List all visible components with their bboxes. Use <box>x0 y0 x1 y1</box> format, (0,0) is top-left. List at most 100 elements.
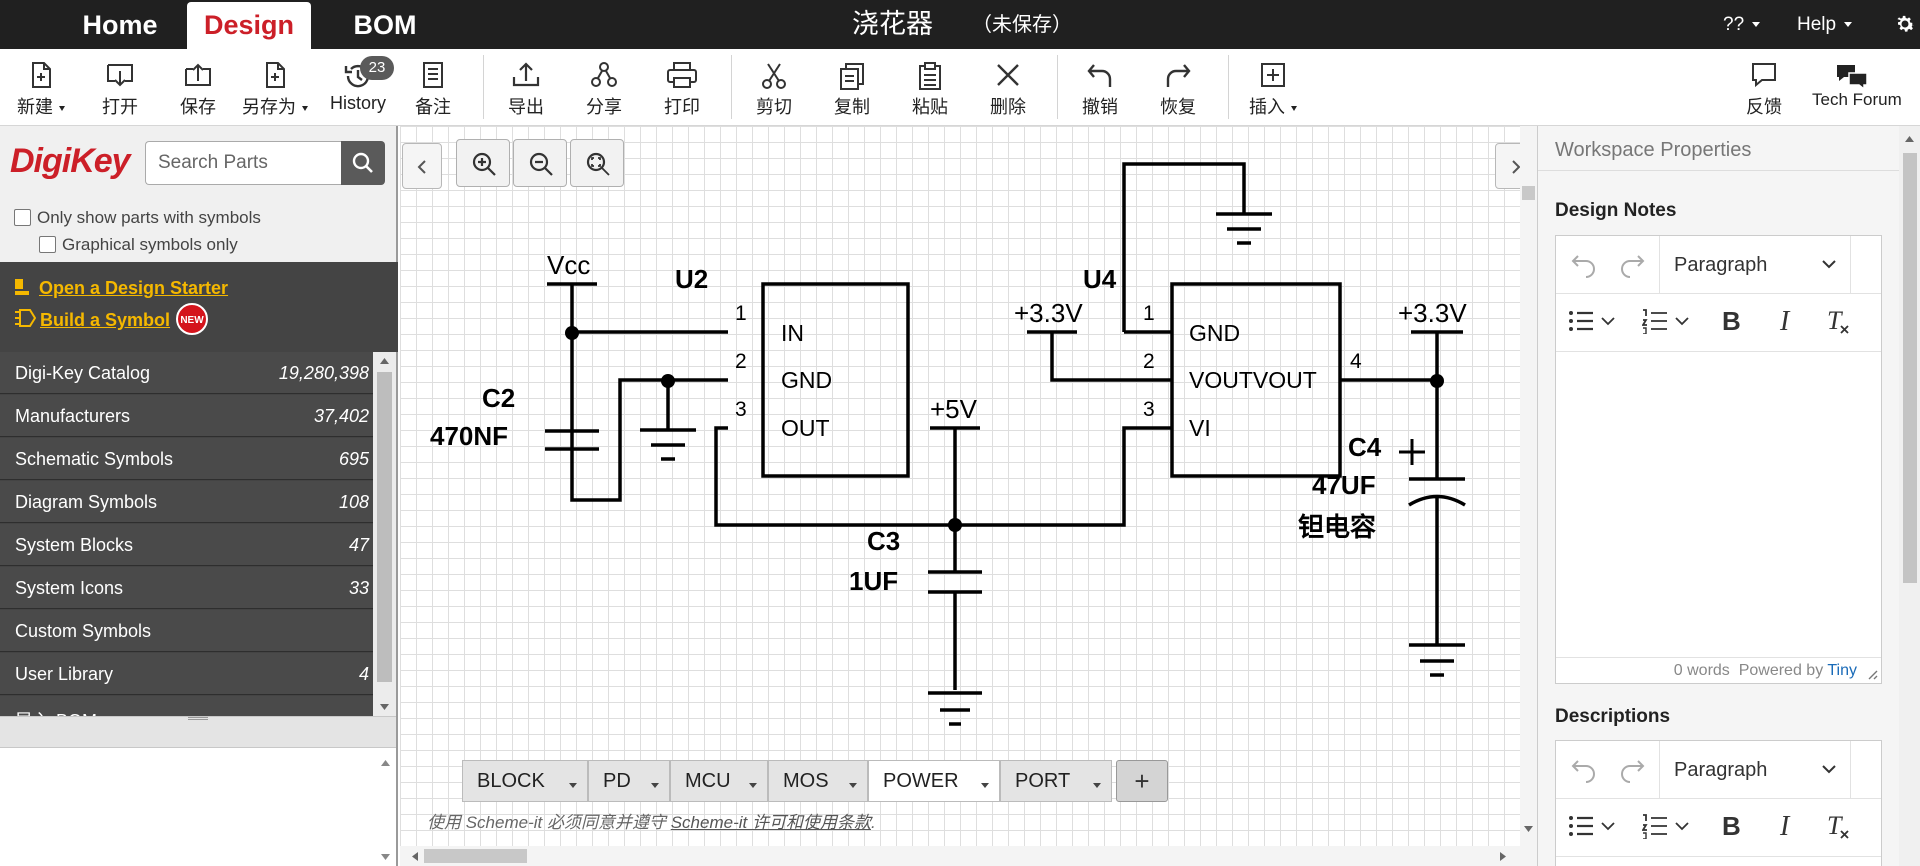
sheet-tab[interactable]: MOS <box>768 760 868 802</box>
chevron-down-icon[interactable] <box>1675 317 1689 326</box>
build-symbol-link[interactable]: Build a Symbol <box>40 310 170 331</box>
redo-icon[interactable] <box>1618 250 1646 278</box>
only-symbols-checkbox[interactable] <box>14 209 31 226</box>
u2-pin-number: 3 <box>735 398 747 421</box>
category-item[interactable]: 导入 BOM <box>0 696 373 716</box>
splitter-grip[interactable] <box>188 717 208 720</box>
canvas-vertical-scrollbar[interactable] <box>1520 126 1537 846</box>
feedback-button[interactable]: 反馈 <box>1732 49 1796 126</box>
notes-button[interactable]: 备注 <box>402 49 464 126</box>
italic-icon[interactable]: I <box>1776 813 1798 839</box>
sheet-tab[interactable]: PORT <box>1000 760 1112 802</box>
canvas-vscroll-thumb[interactable] <box>1522 186 1535 200</box>
bold-icon[interactable]: B <box>1721 813 1743 839</box>
category-item[interactable]: Schematic Symbols 695 <box>0 438 373 480</box>
tiny-link[interactable]: Tiny <box>1827 662 1857 679</box>
redo-button[interactable]: 恢复 <box>1146 49 1210 126</box>
category-scroll-thumb[interactable] <box>377 372 392 682</box>
open-button[interactable]: 打开 <box>88 49 152 126</box>
sheet-tab[interactable]: PD <box>588 760 670 802</box>
numbered-list-icon[interactable] <box>1642 813 1668 839</box>
bullet-list-icon[interactable] <box>1568 308 1594 334</box>
undo-button[interactable]: 撤销 <box>1068 49 1132 126</box>
category-item[interactable]: Manufacturers 37,402 <box>0 395 373 437</box>
scroll-down-icon[interactable] <box>381 854 390 860</box>
chevron-down-icon[interactable] <box>849 783 857 788</box>
chevron-down-icon[interactable] <box>1601 317 1615 326</box>
category-item[interactable]: System Blocks 47 <box>0 524 373 566</box>
canvas-horizontal-scrollbar[interactable] <box>400 846 1537 866</box>
history-button[interactable]: 23 History <box>320 49 396 126</box>
category-item[interactable]: System Icons 33 <box>0 567 373 609</box>
category-item[interactable]: Digi-Key Catalog 19,280,398 <box>0 352 373 394</box>
tech-forum-button[interactable]: Tech Forum <box>1812 49 1902 126</box>
chevron-down-icon[interactable] <box>1093 783 1101 788</box>
clear-formatting-icon[interactable]: T <box>1826 308 1854 336</box>
bullet-list-icon[interactable] <box>1568 813 1594 839</box>
chevron-down-icon[interactable] <box>569 783 577 788</box>
copy-button[interactable]: 复制 <box>820 49 884 126</box>
feedback-icon <box>1752 63 1776 88</box>
u2-pin-gnd-label: GND <box>781 367 832 393</box>
terms-link[interactable]: Scheme-it 许可和使用条款 <box>671 813 871 832</box>
sheet-tab[interactable]: BLOCK <box>462 760 588 802</box>
print-label: 打印 <box>664 97 700 117</box>
terms-suffix: . <box>870 813 876 832</box>
chevron-down-icon[interactable] <box>1675 822 1689 831</box>
share-button[interactable]: 分享 <box>572 49 636 126</box>
chevron-down-icon[interactable] <box>981 783 989 788</box>
design-starter-link[interactable]: Open a Design Starter <box>39 278 228 299</box>
unknown-menu[interactable]: ?? <box>1723 0 1761 49</box>
canvas-hscroll-thumb[interactable] <box>424 849 527 863</box>
category-scrollbar[interactable] <box>373 352 396 716</box>
tab-bom[interactable]: BOM <box>330 2 440 49</box>
italic-icon[interactable]: I <box>1776 308 1798 334</box>
graphical-only-checkbox[interactable] <box>39 236 56 253</box>
help-menu[interactable]: Help <box>1797 0 1853 49</box>
properties-scrollbar[interactable] <box>1899 126 1920 866</box>
clear-formatting-icon[interactable]: T <box>1826 813 1854 841</box>
capacitor-c4-ground[interactable] <box>1408 494 1466 677</box>
gear-icon[interactable] <box>1893 12 1917 36</box>
cut-button[interactable]: 剪切 <box>742 49 806 126</box>
paste-button[interactable]: 粘贴 <box>898 49 962 126</box>
undo-icon[interactable] <box>1570 250 1598 278</box>
new-button[interactable]: 新建 <box>6 49 76 126</box>
bold-icon[interactable]: B <box>1721 308 1743 334</box>
category-name: Schematic Symbols <box>15 449 174 469</box>
only-symbols-option[interactable]: Only show parts with symbols <box>14 207 261 229</box>
numbered-list-icon[interactable] <box>1642 308 1668 334</box>
category-item[interactable]: Custom Symbols <box>0 610 373 652</box>
chevron-down-icon[interactable] <box>749 783 757 788</box>
export-button[interactable]: 导出 <box>494 49 558 126</box>
panel-splitter[interactable] <box>0 716 396 748</box>
search-input[interactable] <box>145 141 341 185</box>
paragraph-format-select[interactable]: Paragraph <box>1659 236 1851 294</box>
save-as-button[interactable]: 另存为 <box>236 49 314 126</box>
schematic-canvas[interactable]: Vcc U2 1 2 3 IN GND OUT C2 470NF +5V C3 … <box>400 126 1537 846</box>
tab-home[interactable]: Home <box>60 2 180 49</box>
print-button[interactable]: 打印 <box>650 49 714 126</box>
category-count: 47 <box>348 535 369 555</box>
category-item[interactable]: Diagram Symbols 108 <box>0 481 373 523</box>
insert-button[interactable]: 插入 <box>1238 49 1308 126</box>
chevron-down-icon[interactable] <box>651 783 659 788</box>
paragraph-format-select[interactable]: Paragraph <box>1659 741 1851 799</box>
search-button[interactable] <box>341 141 385 185</box>
chevron-down-icon[interactable] <box>1601 822 1615 831</box>
undo-icon[interactable] <box>1570 755 1598 783</box>
scroll-up-icon[interactable] <box>381 760 390 766</box>
tab-design[interactable]: Design <box>187 2 311 49</box>
redo-icon[interactable] <box>1618 755 1646 783</box>
add-sheet-button[interactable]: + <box>1116 760 1168 802</box>
sheet-tab[interactable]: MCU <box>670 760 768 802</box>
category-item[interactable]: User Library 4 <box>0 653 373 695</box>
sheet-tab-active[interactable]: POWER <box>868 760 1000 802</box>
graphical-only-option[interactable]: Graphical symbols only <box>39 234 238 256</box>
wire[interactable] <box>547 282 728 502</box>
resize-handle-icon[interactable] <box>1866 668 1878 680</box>
properties-scroll-thumb[interactable] <box>1903 153 1917 583</box>
delete-button[interactable]: 删除 <box>976 49 1040 126</box>
save-button[interactable]: 保存 <box>166 49 230 126</box>
capacitor-c3-ground[interactable] <box>928 525 982 726</box>
